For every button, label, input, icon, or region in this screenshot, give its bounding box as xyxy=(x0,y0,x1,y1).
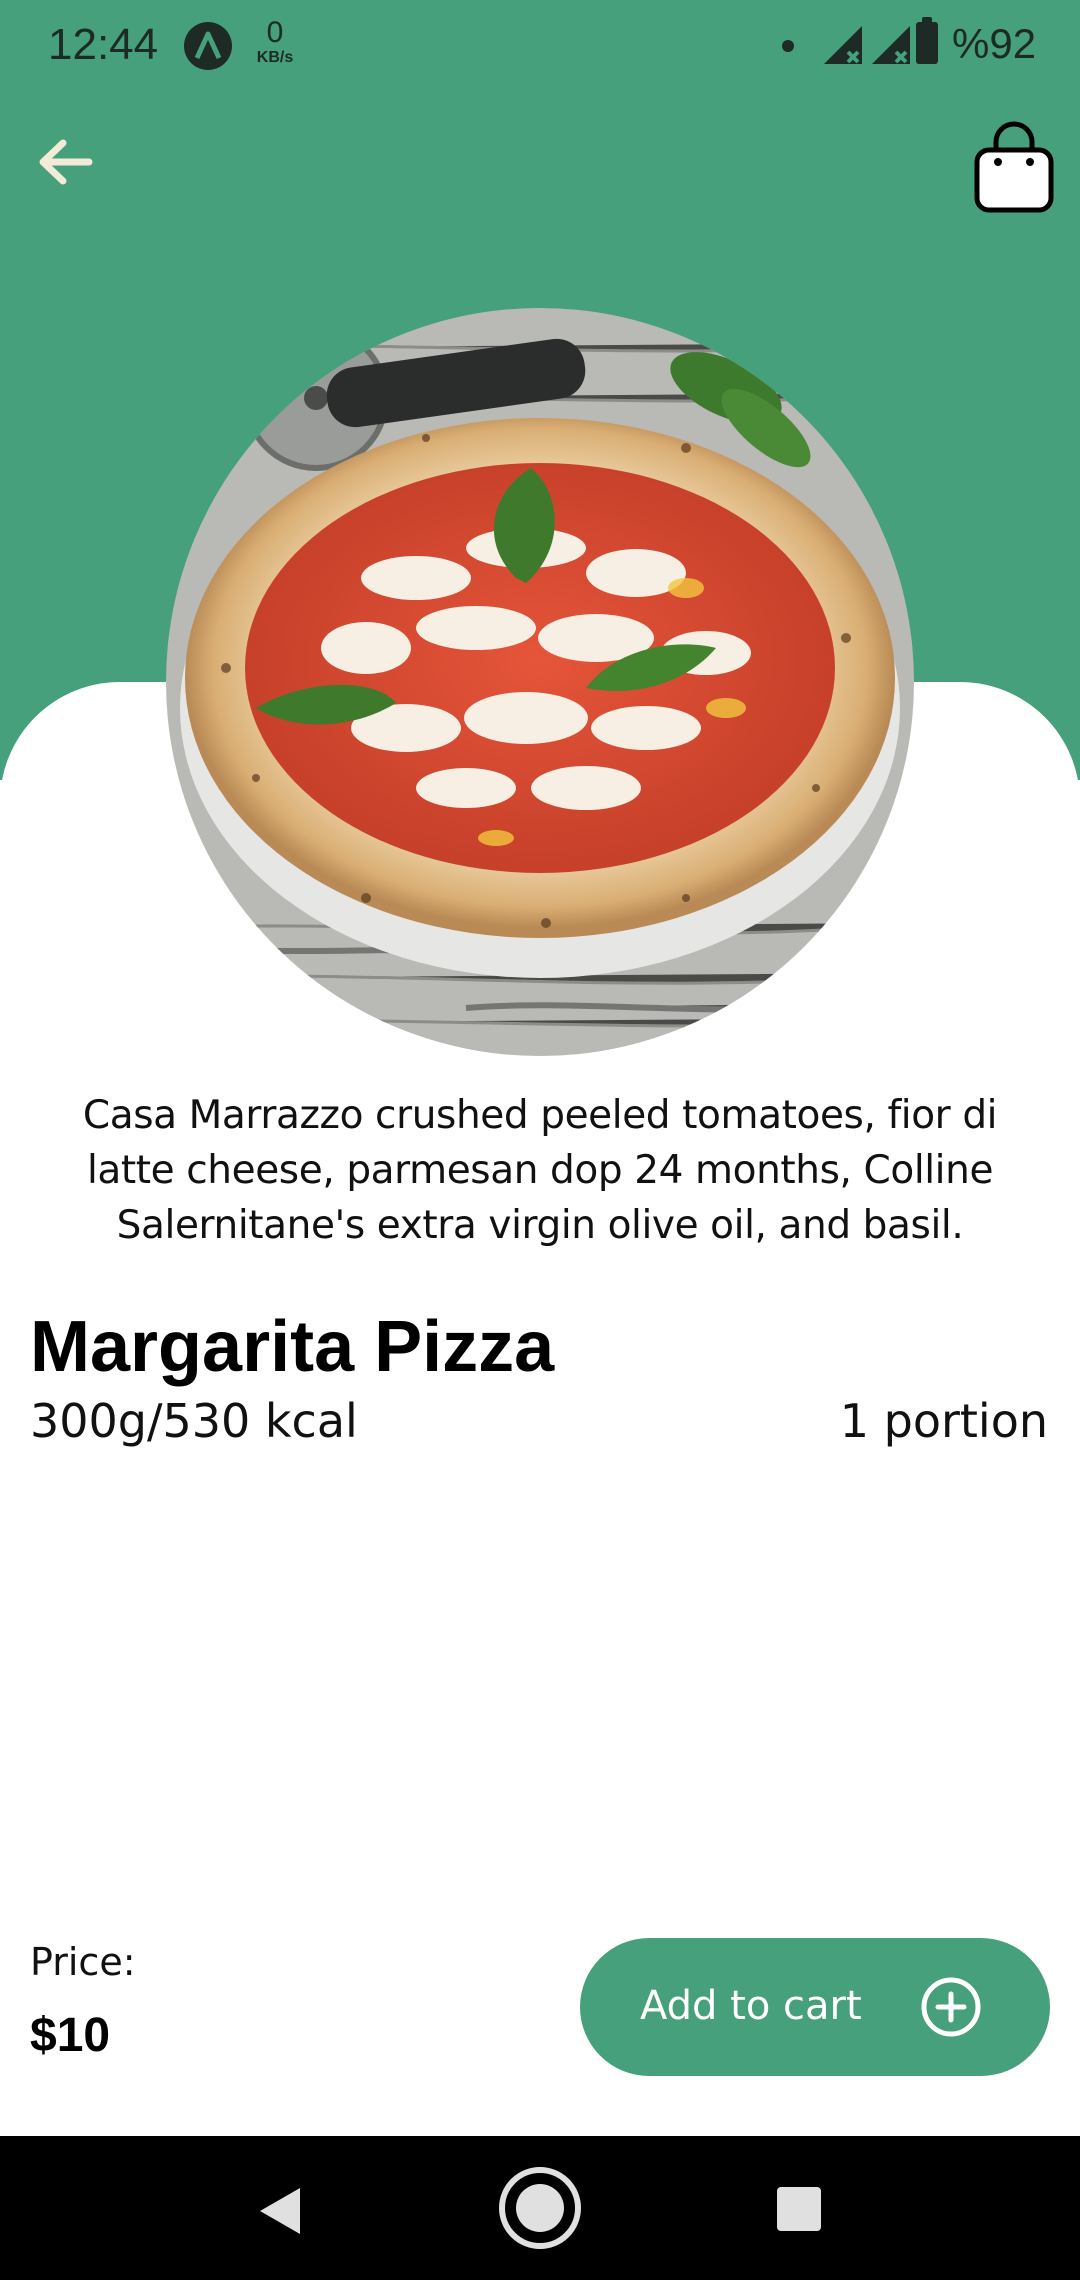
nav-recents-icon[interactable] xyxy=(774,2184,824,2234)
add-to-cart-label: Add to cart xyxy=(640,1983,862,2029)
signal-sim2-icon xyxy=(872,26,910,64)
price-label: Price: xyxy=(30,1940,136,1984)
back-button[interactable] xyxy=(30,130,100,194)
product-detail-screen: 12:44 0 KB/s %92 Casa Marrazzo crushed p… xyxy=(0,0,1080,2280)
cart-button[interactable] xyxy=(972,118,1056,214)
notification-dot-icon xyxy=(782,40,794,52)
battery-icon xyxy=(916,17,938,64)
network-speed-unit: KB/s xyxy=(256,49,294,66)
network-speed: 0 KB/s xyxy=(250,18,300,66)
shopping-bag-icon xyxy=(974,121,1054,213)
product-image xyxy=(166,308,914,1056)
status-time: 12:44 xyxy=(48,20,159,69)
arrow-left-icon xyxy=(39,139,93,185)
system-navigation-bar xyxy=(0,2136,1080,2280)
plus-circle-icon xyxy=(921,1977,981,2037)
nav-back-icon[interactable] xyxy=(254,2184,304,2238)
product-name: Margarita Pizza xyxy=(30,1307,555,1387)
status-bar: 12:44 0 KB/s %92 xyxy=(0,0,1080,92)
signal-sim1-icon xyxy=(824,26,862,64)
price-value: $10 xyxy=(30,2009,111,2062)
battery-percentage: %92 xyxy=(952,20,1037,67)
network-speed-value: 0 xyxy=(266,16,284,49)
app-a-icon xyxy=(184,22,232,70)
product-weight-kcal: 300g/530 kcal xyxy=(30,1394,358,1448)
product-portion: 1 portion xyxy=(839,1394,1048,1448)
product-description: Casa Marrazzo crushed peeled tomatoes, f… xyxy=(82,1093,998,1248)
nav-home-icon[interactable] xyxy=(496,2164,584,2252)
add-to-cart-button[interactable]: Add to cart xyxy=(580,1938,1050,2076)
